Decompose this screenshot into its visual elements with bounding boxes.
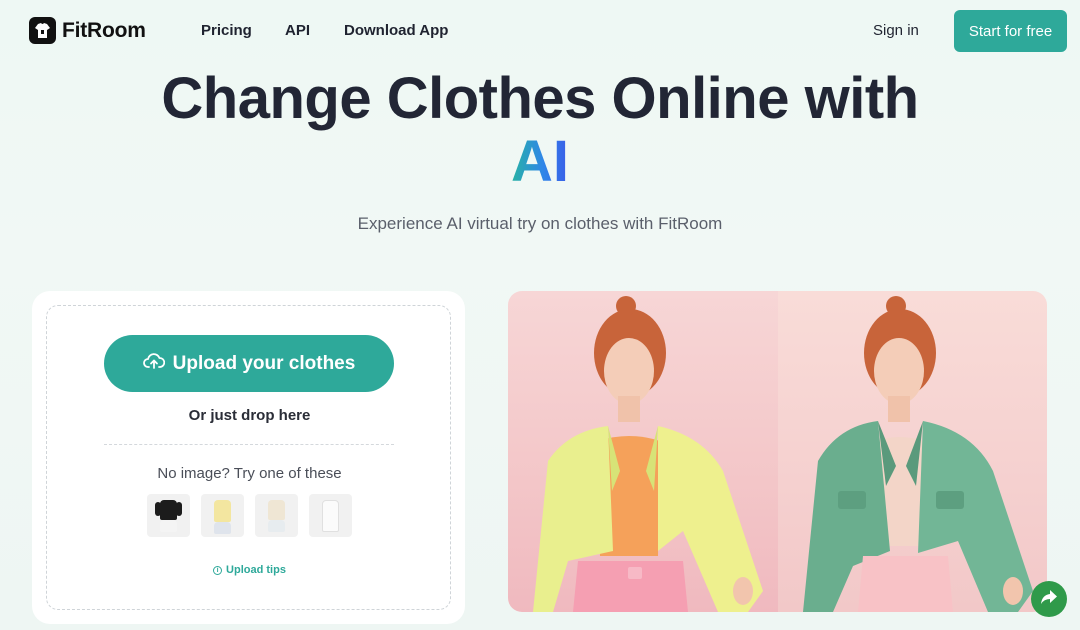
light-bottom — [268, 520, 285, 532]
sample-thumbnails — [147, 494, 352, 537]
sample-white-dress-thumbnail[interactable] — [309, 494, 352, 537]
samples-prompt: No image? Try one of these — [157, 465, 342, 482]
start-for-free-button[interactable]: Start for free — [954, 10, 1067, 52]
nav-link-download-app[interactable]: Download App — [344, 22, 448, 39]
info-icon: i — [213, 565, 223, 575]
hero-title-ai: AI — [0, 131, 1080, 193]
sample-black-top-thumbnail[interactable] — [147, 494, 190, 537]
brand-logo[interactable]: FitRoom — [29, 17, 146, 44]
cloud-upload-icon — [142, 352, 165, 376]
brand-name: FitRoom — [62, 18, 146, 42]
after-image — [778, 291, 1047, 612]
top-nav: FitRoom Pricing API Download App Sign in… — [0, 0, 1080, 64]
white-bottom — [160, 520, 177, 532]
hero-subtitle: Experience AI virtual try on clothes wit… — [357, 214, 723, 233]
nav-link-api[interactable]: API — [285, 22, 310, 39]
white-dress — [322, 500, 339, 532]
upload-card: Upload your clothes Or just drop here No… — [32, 291, 465, 624]
model-yellow-jacket — [533, 296, 763, 612]
upload-clothes-button[interactable]: Upload your clothes — [104, 335, 394, 392]
model-green-jacket — [803, 296, 1033, 612]
hero-ai-gradient-text: AI — [511, 129, 569, 194]
divider — [104, 444, 394, 445]
sample-yellow-top-thumbnail[interactable] — [201, 494, 244, 537]
sign-in-link[interactable]: Sign in — [873, 22, 919, 39]
black-top — [160, 500, 177, 520]
yellow-top — [214, 500, 231, 522]
drop-zone[interactable]: Upload your clothes Or just drop here No… — [46, 305, 451, 610]
sample-cream-top-thumbnail[interactable] — [255, 494, 298, 537]
share-button[interactable] — [1031, 581, 1067, 617]
upload-clothes-label: Upload your clothes — [172, 352, 356, 374]
hero-title: Change Clothes Online with — [161, 66, 919, 131]
upload-tips-link[interactable]: i Upload tips — [47, 564, 452, 576]
cream-top — [268, 500, 285, 520]
upload-tips-label: Upload tips — [226, 564, 286, 576]
shirt-logo-icon — [29, 17, 56, 44]
drop-hint: Or just drop here — [188, 407, 311, 424]
light-bottom — [214, 522, 231, 534]
before-after-preview-image — [508, 291, 1047, 612]
before-image — [508, 291, 778, 612]
share-arrow-icon — [1040, 589, 1058, 610]
nav-link-pricing[interactable]: Pricing — [201, 22, 252, 39]
